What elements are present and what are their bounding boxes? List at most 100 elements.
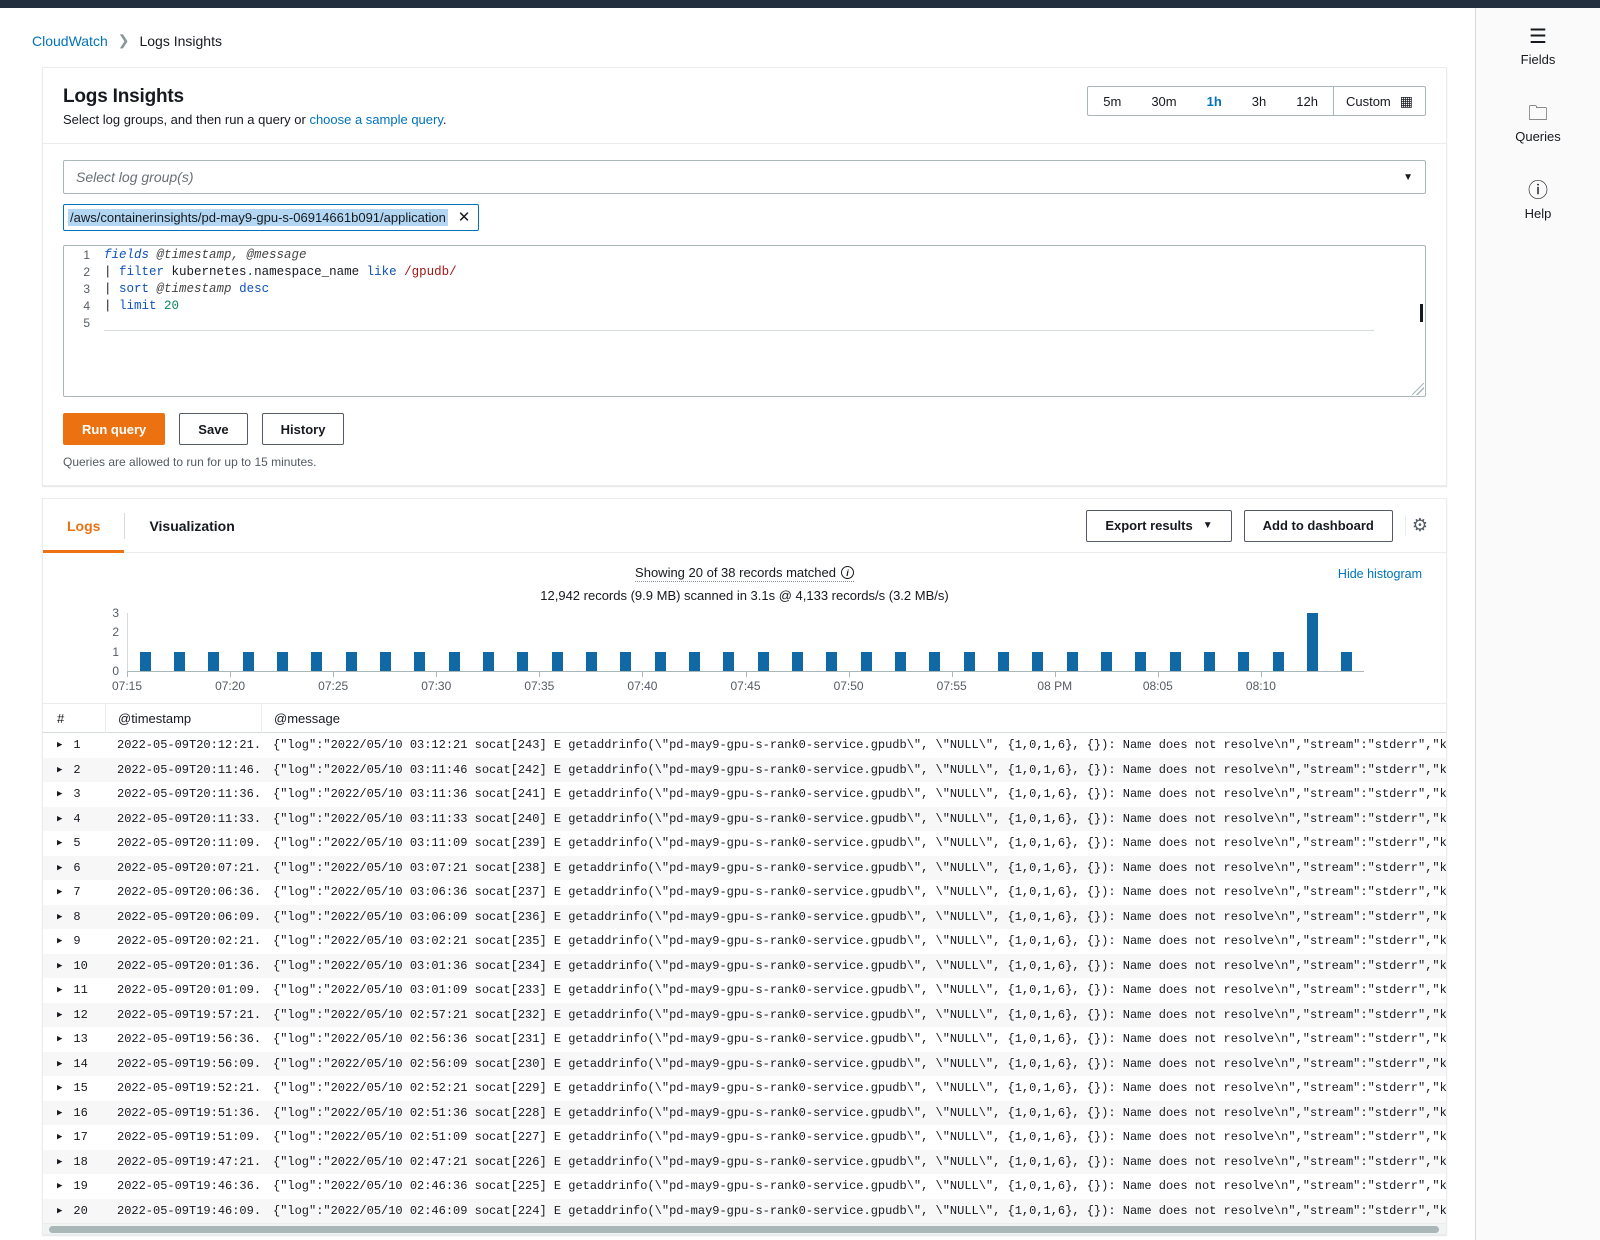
time-range-selector[interactable]: 5m 30m 1h 3h 12h Custom ▦ — [1087, 86, 1426, 116]
table-row[interactable]: ▶ 14 2022-05-09T19:56:09.… {"log":"2022/05/… — [43, 1051, 1446, 1076]
histogram-bar[interactable] — [895, 651, 906, 671]
hide-histogram-link[interactable]: Hide histogram — [1338, 567, 1422, 581]
histogram-bar[interactable] — [998, 651, 1009, 671]
time-range-option-30m[interactable]: 30m — [1136, 87, 1191, 115]
log-group-token[interactable]: /aws/containerinsights/pd-may9-gpu-s-069… — [63, 204, 480, 231]
table-row[interactable]: ▶ 18 2022-05-09T19:47:21.… {"log":"2022/05/… — [43, 1149, 1446, 1174]
table-row[interactable]: ▶ 5 2022-05-09T20:11:09.… {"log":"2022/05/1… — [43, 831, 1446, 856]
editor-scrollbar[interactable] — [1420, 304, 1423, 322]
rail-item-help[interactable]: ⓘ Help — [1476, 180, 1600, 221]
horizontal-scrollbar[interactable] — [43, 1223, 1446, 1234]
expand-row-icon[interactable]: ▶ — [57, 1157, 62, 1167]
editor-line[interactable]: 1 fields @timestamp, @message — [64, 246, 1425, 263]
histogram-bar[interactable] — [1066, 651, 1078, 671]
table-row[interactable]: ▶ 3 2022-05-09T20:11:36.… {"log":"2022/05/1… — [43, 782, 1446, 807]
rail-item-queries[interactable]: 🗀 Queries — [1476, 103, 1600, 144]
expand-row-icon[interactable]: ▶ — [57, 985, 62, 995]
expand-row-icon[interactable]: ▶ — [57, 961, 62, 971]
expand-row-icon[interactable]: ▶ — [57, 765, 62, 775]
table-row[interactable]: ▶ 19 2022-05-09T19:46:36.… {"log":"2022/05/… — [43, 1174, 1446, 1199]
histogram-bar[interactable] — [277, 651, 288, 671]
expand-row-icon[interactable]: ▶ — [57, 1181, 62, 1191]
histogram-bar[interactable] — [345, 651, 357, 671]
histogram-bar[interactable] — [1307, 613, 1318, 671]
expand-row-icon[interactable]: ▶ — [57, 1206, 62, 1216]
rail-item-fields[interactable]: ☰ Fields — [1476, 26, 1600, 67]
close-icon[interactable]: ✕ — [458, 210, 471, 225]
export-results-button[interactable]: Export results ▼ — [1086, 509, 1232, 542]
expand-row-icon[interactable]: ▶ — [57, 912, 62, 922]
histogram-bar[interactable] — [654, 651, 666, 671]
histogram-bar[interactable] — [689, 651, 700, 671]
scrollbar-thumb[interactable] — [49, 1226, 1439, 1233]
table-row[interactable]: ▶ 20 2022-05-09T19:46:09.… {"log":"2022/05/… — [43, 1198, 1446, 1223]
run-query-button[interactable]: Run query — [63, 413, 166, 445]
histogram-bar[interactable] — [139, 651, 151, 671]
histogram-bar[interactable] — [1238, 651, 1250, 671]
histogram-bar[interactable] — [414, 651, 426, 671]
time-range-option-3h[interactable]: 3h — [1237, 87, 1281, 115]
table-row[interactable]: ▶ 8 2022-05-09T20:06:09.… {"log":"2022/05/1… — [43, 904, 1446, 929]
table-row[interactable]: ▶ 16 2022-05-09T19:51:36.… {"log":"2022/05/… — [43, 1100, 1446, 1125]
histogram-bar[interactable] — [757, 651, 769, 671]
editor-resize-handle[interactable] — [1412, 383, 1424, 395]
expand-row-icon[interactable]: ▶ — [57, 1034, 62, 1044]
expand-row-icon[interactable]: ▶ — [57, 936, 62, 946]
histogram-bar[interactable] — [208, 651, 220, 671]
histogram-bar[interactable] — [929, 651, 941, 671]
editor-line[interactable]: 3 | sort @timestamp desc — [64, 280, 1425, 297]
expand-row-icon[interactable]: ▶ — [57, 1010, 62, 1020]
histogram-bar[interactable] — [1169, 651, 1181, 671]
histogram-bar[interactable] — [483, 651, 494, 671]
gear-icon[interactable]: ⚙ — [1404, 515, 1428, 536]
expand-row-icon[interactable]: ▶ — [57, 863, 62, 873]
time-range-option-12h[interactable]: 12h — [1281, 87, 1333, 115]
table-row[interactable]: ▶ 15 2022-05-09T19:52:21.… {"log":"2022/05/… — [43, 1076, 1446, 1101]
table-row[interactable]: ▶ 2 2022-05-09T20:11:46.… {"log":"2022/05/1… — [43, 757, 1446, 782]
histogram-bar[interactable] — [1272, 651, 1284, 671]
histogram-bar[interactable] — [551, 651, 563, 671]
expand-row-icon[interactable]: ▶ — [57, 1108, 62, 1118]
editor-line[interactable]: 5 — [64, 314, 1425, 331]
expand-row-icon[interactable]: ▶ — [57, 1132, 62, 1142]
query-editor[interactable]: 1 fields @timestamp, @message 2 | filter ku… — [63, 245, 1426, 397]
histogram-bar[interactable] — [860, 651, 872, 671]
records-histogram[interactable]: 0 1 2 3 07:15 07:20 07:25 07:30 07:35 07:40 07:45… — [65, 606, 1424, 693]
table-row[interactable]: ▶ 12 2022-05-09T19:57:21.… {"log":"2022/05/… — [43, 1002, 1446, 1027]
breadcrumb-cloudwatch[interactable]: CloudWatch — [32, 33, 108, 49]
log-group-select[interactable]: Select log group(s) ▼ — [63, 160, 1426, 194]
table-row[interactable]: ▶ 7 2022-05-09T20:06:36.… {"log":"2022/05/1… — [43, 880, 1446, 905]
table-row[interactable]: ▶ 1 2022-05-09T20:12:21.… {"log":"2022/05/1… — [43, 733, 1446, 758]
sample-query-link[interactable]: choose a sample query — [309, 112, 442, 127]
histogram-bar[interactable] — [1204, 651, 1215, 671]
histogram-bar[interactable] — [448, 651, 460, 671]
histogram-bar[interactable] — [826, 651, 838, 671]
histogram-bar[interactable] — [517, 651, 529, 671]
expand-row-icon[interactable]: ▶ — [57, 814, 62, 824]
histogram-bar[interactable] — [174, 651, 185, 671]
table-row[interactable]: ▶ 17 2022-05-09T19:51:09.… {"log":"2022/05/… — [43, 1125, 1446, 1150]
table-row[interactable]: ▶ 13 2022-05-09T19:56:36.… {"log":"2022/05/… — [43, 1027, 1446, 1052]
histogram-bar[interactable] — [963, 651, 975, 671]
expand-row-icon[interactable]: ▶ — [57, 1059, 62, 1069]
table-row[interactable]: ▶ 10 2022-05-09T20:01:36.… {"log":"2022/05/… — [43, 953, 1446, 978]
time-range-custom[interactable]: Custom ▦ — [1332, 87, 1425, 115]
expand-row-icon[interactable]: ▶ — [57, 838, 62, 848]
table-row[interactable]: ▶ 9 2022-05-09T20:02:21.… {"log":"2022/05/1… — [43, 929, 1446, 954]
table-row[interactable]: ▶ 6 2022-05-09T20:07:21.… {"log":"2022/05/1… — [43, 855, 1446, 880]
save-button[interactable]: Save — [179, 413, 248, 445]
expand-row-icon[interactable]: ▶ — [57, 1083, 62, 1093]
histogram-bar[interactable] — [1032, 651, 1044, 671]
add-to-dashboard-button[interactable]: Add to dashboard — [1243, 509, 1393, 542]
expand-row-icon[interactable]: ▶ — [57, 789, 62, 799]
table-row[interactable]: ▶ 11 2022-05-09T20:01:09.… {"log":"2022/05/… — [43, 978, 1446, 1003]
histogram-bar[interactable] — [1135, 651, 1147, 671]
histogram-bar[interactable] — [723, 651, 735, 671]
histogram-bar[interactable] — [1101, 651, 1112, 671]
histogram-bar[interactable] — [311, 651, 323, 671]
editor-line[interactable]: 4 | limit 20 — [64, 297, 1425, 314]
histogram-bar[interactable] — [242, 651, 254, 671]
time-range-option-5m[interactable]: 5m — [1088, 87, 1136, 115]
histogram-bar[interactable] — [586, 651, 597, 671]
history-button[interactable]: History — [261, 413, 345, 445]
